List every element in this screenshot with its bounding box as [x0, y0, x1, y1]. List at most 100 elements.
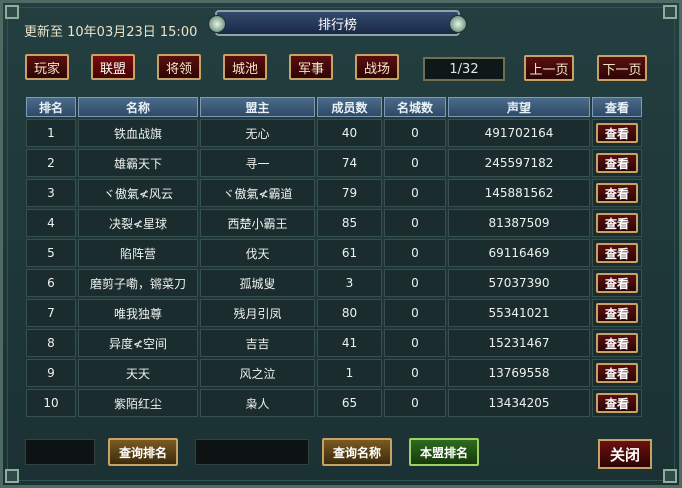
ranking-table: 排名 名称 盟主 成员数 名城数 声望 查看 1 铁血战旗 无心 40 0 49…	[24, 95, 644, 419]
tab-alliance[interactable]: 联盟	[91, 54, 135, 80]
frame-corner-ornament	[5, 5, 19, 19]
cell-name: 异度≮空间	[78, 329, 198, 357]
cell-prestige: 55341021	[448, 299, 590, 327]
view-button[interactable]: 查看	[596, 243, 638, 263]
table-row: 4 决裂≮星球 西楚小霸王 85 0 81387509 查看	[26, 209, 642, 237]
cell-cities: 0	[384, 179, 446, 207]
column-header-view: 查看	[592, 97, 642, 117]
tab-general[interactable]: 将领	[157, 54, 201, 80]
cell-name: 决裂≮星球	[78, 209, 198, 237]
tab-city[interactable]: 城池	[223, 54, 267, 80]
view-button[interactable]: 查看	[596, 183, 638, 203]
cell-name: 天天	[78, 359, 198, 387]
cell-cities: 0	[384, 149, 446, 177]
cell-members: 41	[317, 329, 382, 357]
close-button[interactable]: 关闭	[598, 439, 652, 469]
cell-rank: 8	[26, 329, 76, 357]
query-rank-button[interactable]: 查询排名	[108, 438, 178, 466]
view-button[interactable]: 查看	[596, 303, 638, 323]
tab-player[interactable]: 玩家	[25, 54, 69, 80]
column-header-members[interactable]: 成员数	[317, 97, 382, 117]
column-header-name[interactable]: 名称	[78, 97, 198, 117]
view-button[interactable]: 查看	[596, 213, 638, 233]
cell-leader: 无心	[200, 119, 315, 147]
cell-prestige: 69116469	[448, 239, 590, 267]
my-alliance-rank-button[interactable]: 本盟排名	[409, 438, 479, 466]
view-button[interactable]: 查看	[596, 153, 638, 173]
cell-members: 65	[317, 389, 382, 417]
cell-leader: 风之泣	[200, 359, 315, 387]
cell-members: 40	[317, 119, 382, 147]
view-button[interactable]: 查看	[596, 333, 638, 353]
cell-prestige: 491702164	[448, 119, 590, 147]
table-row: 7 唯我独尊 残月引凤 80 0 55341021 查看	[26, 299, 642, 327]
next-page-button[interactable]: 下一页	[597, 55, 647, 81]
cell-cities: 0	[384, 359, 446, 387]
name-search-input[interactable]	[195, 439, 309, 465]
cell-members: 80	[317, 299, 382, 327]
cell-prestige: 245597182	[448, 149, 590, 177]
window-title: 排行榜	[317, 17, 357, 33]
view-button[interactable]: 查看	[596, 363, 638, 383]
column-header-prestige[interactable]: 声望	[448, 97, 590, 117]
cell-cities: 0	[384, 299, 446, 327]
cell-prestige: 15231467	[448, 329, 590, 357]
frame-corner-ornament	[5, 469, 19, 483]
column-header-cities[interactable]: 名城数	[384, 97, 446, 117]
table-row: 6 磨剪子嘞，锵菜刀 孤城叟 3 0 57037390 查看	[26, 269, 642, 297]
cell-name: 陷阵营	[78, 239, 198, 267]
view-button[interactable]: 查看	[596, 273, 638, 293]
frame-corner-ornament	[663, 469, 677, 483]
cell-leader: 吉吉	[200, 329, 315, 357]
cell-members: 85	[317, 209, 382, 237]
update-timestamp: 更新至 10年03月23日 15:00	[24, 25, 198, 40]
cell-name: ヾ傲氣≮风云	[78, 179, 198, 207]
cell-prestige: 13769558	[448, 359, 590, 387]
cell-view: 查看	[592, 149, 642, 177]
cell-prestige: 145881562	[448, 179, 590, 207]
cell-name: 雄霸天下	[78, 149, 198, 177]
cell-view: 查看	[592, 269, 642, 297]
column-header-rank[interactable]: 排名	[26, 97, 76, 117]
cell-cities: 0	[384, 119, 446, 147]
cell-cities: 0	[384, 209, 446, 237]
cell-name: 磨剪子嘞，锵菜刀	[78, 269, 198, 297]
cell-leader: 残月引凤	[200, 299, 315, 327]
cell-rank: 3	[26, 179, 76, 207]
prev-page-button[interactable]: 上一页	[524, 55, 574, 81]
column-header-leader[interactable]: 盟主	[200, 97, 315, 117]
cell-prestige: 57037390	[448, 269, 590, 297]
cell-prestige: 13434205	[448, 389, 590, 417]
table-row: 10 紫陌红尘 枭人 65 0 13434205 查看	[26, 389, 642, 417]
query-name-button[interactable]: 查询名称	[322, 438, 392, 466]
cell-rank: 4	[26, 209, 76, 237]
tab-battlefield[interactable]: 战场	[355, 54, 399, 80]
table-row: 1 铁血战旗 无心 40 0 491702164 查看	[26, 119, 642, 147]
view-button[interactable]: 查看	[596, 123, 638, 143]
cell-rank: 2	[26, 149, 76, 177]
title-knob-icon	[449, 15, 467, 33]
cell-view: 查看	[592, 299, 642, 327]
table-row: 3 ヾ傲氣≮风云 ヾ傲氣≮霸道 79 0 145881562 查看	[26, 179, 642, 207]
window-title-bar: 排行榜	[208, 10, 467, 36]
table-row: 9 天天 风之泣 1 0 13769558 查看	[26, 359, 642, 387]
cell-view: 查看	[592, 329, 642, 357]
cell-rank: 5	[26, 239, 76, 267]
cell-rank: 10	[26, 389, 76, 417]
cell-cities: 0	[384, 269, 446, 297]
cell-cities: 0	[384, 329, 446, 357]
cell-cities: 0	[384, 389, 446, 417]
page-indicator: 1/32	[423, 57, 505, 81]
view-button[interactable]: 查看	[596, 393, 638, 413]
cell-members: 79	[317, 179, 382, 207]
cell-members: 61	[317, 239, 382, 267]
title-knob-icon	[208, 15, 226, 33]
rank-search-input[interactable]	[25, 439, 95, 465]
cell-name: 紫陌红尘	[78, 389, 198, 417]
cell-leader: 伐天	[200, 239, 315, 267]
cell-leader: 西楚小霸王	[200, 209, 315, 237]
cell-leader: 孤城叟	[200, 269, 315, 297]
cell-view: 查看	[592, 209, 642, 237]
table-row: 2 雄霸天下 寻一 74 0 245597182 查看	[26, 149, 642, 177]
tab-military[interactable]: 军事	[289, 54, 333, 80]
